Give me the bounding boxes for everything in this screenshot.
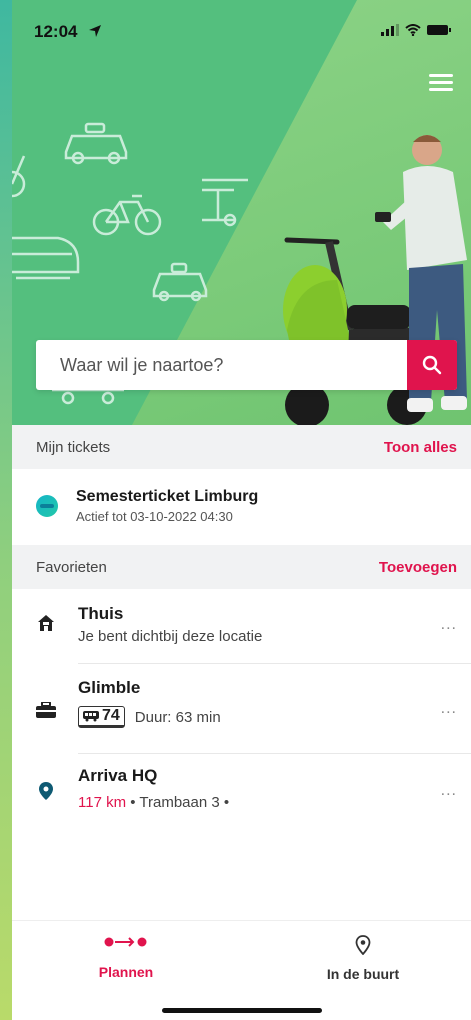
favorite-item-glimble[interactable]: Glimble 74 Duur: 63 min ... — [12, 678, 471, 750]
ticket-logo-icon — [36, 495, 58, 517]
signal-icon — [381, 24, 399, 36]
bicycle-partial-icon — [12, 155, 26, 198]
bottom-tab-bar: Plannen In de buurt — [12, 920, 471, 1020]
bus-line-number: 74 — [102, 707, 120, 724]
tickets-section-header: Mijn tickets Toon alles — [12, 425, 471, 469]
search-input[interactable] — [36, 340, 407, 390]
address-text: • Trambaan 3 • — [130, 794, 230, 811]
favorites-section-title: Favorieten — [36, 558, 107, 576]
taxi-small-icon — [152, 262, 208, 302]
distance-text: 117 km — [78, 794, 127, 811]
briefcase-icon — [36, 702, 56, 718]
divider — [78, 753, 471, 754]
add-favorite-link[interactable]: Toevoegen — [379, 559, 457, 576]
trip-duration: Duur: 63 min — [134, 708, 221, 726]
home-indicator — [162, 1008, 322, 1013]
more-options-button[interactable]: ... — [441, 616, 457, 634]
bus-line-badge: 74 — [78, 706, 125, 728]
favorite-subtitle: Je bent dichtbij deze locatie — [78, 628, 263, 645]
hamburger-menu-icon[interactable] — [429, 74, 453, 94]
tab-label: In de buurt — [326, 966, 400, 982]
home-icon — [36, 614, 56, 632]
search-icon — [422, 355, 442, 375]
search-bar — [36, 340, 457, 390]
favorites-section-header: Favorieten Toevoegen — [12, 545, 471, 589]
favorite-title: Glimble — [78, 678, 141, 697]
train-icon — [12, 236, 80, 280]
tab-label: Plannen — [98, 964, 154, 980]
tab-in-de-buurt[interactable]: In de buurt — [263, 935, 463, 982]
hero-banner: 12:04 — [12, 0, 471, 425]
ticket-status: Actief tot 03-10-2022 04:30 — [76, 509, 233, 524]
favorite-location-info: 117 km • Trambaan 3 • — [78, 794, 471, 811]
more-options-button[interactable]: ... — [441, 700, 457, 718]
tab-plannen[interactable]: Plannen — [26, 935, 226, 980]
favorite-item-arriva-hq[interactable]: Arriva HQ 117 km • Trambaan 3 • ... — [12, 766, 471, 826]
location-pin-icon — [36, 782, 56, 800]
bus-icon — [83, 711, 99, 722]
wifi-icon — [405, 24, 421, 36]
search-button[interactable] — [407, 340, 457, 390]
ticket-item[interactable]: Semesterticket Limburg Actief tot 03-10-… — [12, 469, 471, 543]
status-bar: 12:04 — [12, 0, 471, 60]
ticket-name: Semesterticket Limburg — [76, 488, 259, 505]
divider — [78, 663, 471, 664]
taxi-icon — [64, 122, 128, 165]
favorite-item-thuis[interactable]: Thuis Je bent dichtbij deze locatie ... — [12, 604, 471, 662]
favorite-title: Thuis — [78, 604, 124, 623]
favorite-title: Arriva HQ — [78, 766, 158, 785]
tickets-section-title: Mijn tickets — [36, 438, 111, 456]
app-screen: 12:04 Waar wil je naartoe? Mijn tickets … — [12, 0, 471, 1020]
more-options-button[interactable]: ... — [441, 782, 457, 800]
status-time: 12:04 — [34, 22, 78, 41]
nearby-pin-icon — [355, 935, 371, 956]
route-icon — [104, 937, 147, 947]
bicycle-icon — [92, 194, 162, 236]
show-all-tickets-link[interactable]: Toon alles — [384, 439, 457, 456]
status-icons — [381, 24, 451, 36]
location-arrow-icon — [89, 25, 101, 37]
tram-stop-icon — [202, 178, 248, 227]
battery-icon — [427, 25, 451, 35]
favorite-route-info: 74 Duur: 63 min — [78, 706, 471, 728]
